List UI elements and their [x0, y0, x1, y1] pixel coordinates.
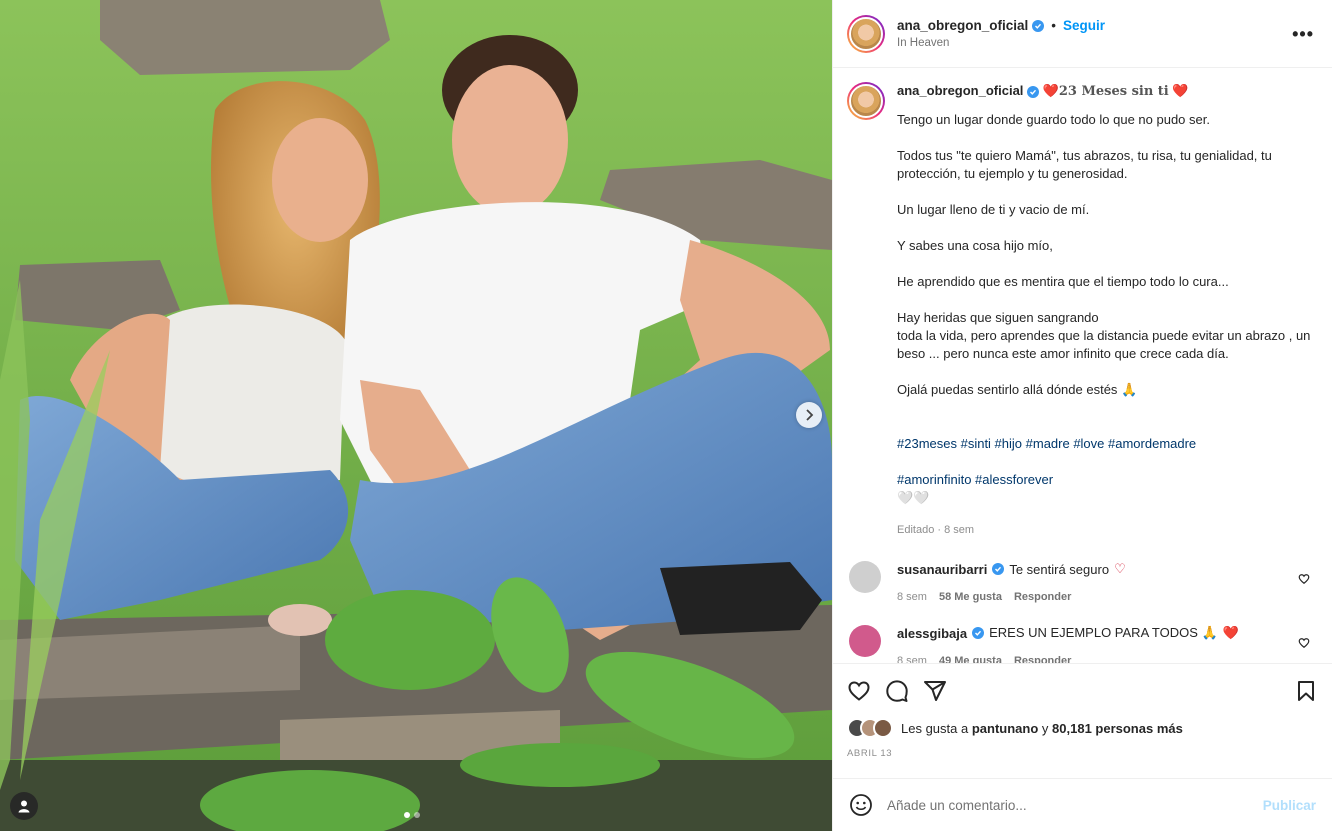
follow-button[interactable]: Seguir	[1063, 18, 1105, 33]
caption-paragraph: Y sabes una cosa hijo mío,	[897, 238, 1053, 253]
caption-paragraph: Un lugar lleno de ti y vacio de mí.	[897, 202, 1090, 217]
caption-paragraph: Todos tus "te quiero Mamá", tus abrazos,…	[897, 148, 1272, 181]
separator-dot: •	[1051, 18, 1057, 33]
caption-text: Tengo un lugar donde guardo todo lo que …	[897, 111, 1316, 399]
commenter-username[interactable]: susanauribarri	[897, 562, 987, 577]
hashtags-line-1[interactable]: #23meses #sinti #hijo #madre #love #amor…	[897, 436, 1196, 451]
next-photo-button[interactable]	[796, 402, 822, 428]
white-hearts-emoji: 🤍🤍	[897, 490, 930, 505]
emoji-icon[interactable]	[849, 793, 873, 817]
add-comment-bar: Publicar	[833, 778, 1332, 831]
red-heart-emoji: ❤️	[1172, 83, 1189, 98]
edited-timestamp: Editado · 8 sem	[897, 524, 975, 536]
post-actions: Les gusta a pantunano y 80,181 personas …	[833, 663, 1332, 778]
comment-item: alessgibaja ERES UN EJEMPLO PARA TODOS 🙏 ❤…	[847, 625, 1316, 663]
like-heart-icon[interactable]	[847, 679, 871, 703]
likes-joiner: y	[1041, 720, 1049, 736]
likes-count[interactable]: 80,181 personas más	[1052, 721, 1183, 736]
comment-icon[interactable]	[885, 679, 909, 703]
caption-author-avatar[interactable]	[847, 82, 885, 120]
commenter-avatar[interactable]	[849, 561, 881, 593]
reply-button[interactable]: Responder	[1014, 591, 1071, 603]
carousel-dot	[414, 812, 420, 818]
post-details-panel: ana_obregon_oficial • Seguir In Heaven •…	[832, 0, 1332, 831]
carousel-indicator	[404, 812, 420, 818]
comment-likes[interactable]: 58 Me gusta	[939, 591, 1002, 603]
caption-title: 23 Meses sin ti	[1058, 84, 1169, 99]
caption-paragraph: Ojalá puedas sentirlo allá dónde estés 🙏	[897, 382, 1138, 397]
comment-likes[interactable]: 49 Me gusta	[939, 655, 1002, 663]
post-photo[interactable]	[0, 0, 832, 831]
comment-age[interactable]: 8 sem	[897, 655, 927, 663]
verified-badge-icon	[972, 627, 985, 639]
verified-badge-icon	[1027, 86, 1040, 98]
carousel-dot	[404, 812, 410, 818]
caption-paragraph: He aprendido que es mentira que el tiemp…	[897, 274, 1229, 289]
caption-username[interactable]: ana_obregon_oficial	[897, 83, 1023, 98]
liker-avatars	[847, 718, 893, 738]
caption-paragraph: Hay heridas que siguen sangrando toda la…	[897, 310, 1311, 361]
comment-emoji: ❤️	[1222, 625, 1239, 640]
comment-text: Te sentirá seguro	[1009, 561, 1110, 577]
author-avatar[interactable]	[847, 14, 885, 53]
comment-text: ERES UN EJEMPLO PARA TODOS 🙏	[989, 625, 1218, 640]
post-location[interactable]: In Heaven	[897, 37, 1105, 49]
post-date[interactable]: ABRIL 13	[847, 748, 1318, 759]
author-username[interactable]: ana_obregon_oficial	[897, 18, 1028, 33]
more-options-icon[interactable]: •••	[1292, 24, 1314, 45]
post-header: ana_obregon_oficial • Seguir In Heaven •…	[833, 0, 1332, 68]
verified-badge-icon	[1032, 19, 1045, 32]
reply-button[interactable]: Responder	[1014, 655, 1071, 663]
likes-prefix: Les gusta a	[901, 720, 969, 736]
comment-input[interactable]	[887, 797, 1263, 813]
comment-item: susanauribarri Te sentirá seguro ♡ 8 sem 58 …	[847, 561, 1316, 603]
comment-like-heart-icon[interactable]	[1298, 573, 1310, 585]
caption-hashtags[interactable]: #23meses #sinti #hijo #madre #love #amor…	[897, 417, 1316, 507]
user-icon	[18, 800, 30, 813]
comment-age[interactable]: 8 sem	[897, 591, 927, 603]
comment-emoji: ♡	[1114, 561, 1126, 576]
comments-scroll-area[interactable]: ana_obregon_oficial ❤️23 Meses sin ti ❤️…	[833, 68, 1332, 663]
verified-badge-icon	[992, 563, 1005, 575]
chevron-right-icon	[806, 409, 814, 421]
share-icon[interactable]	[923, 679, 947, 703]
commenter-username[interactable]: alessgibaja	[897, 626, 967, 641]
tagged-users-button[interactable]	[10, 792, 38, 820]
red-heart-emoji: ❤️	[1042, 83, 1059, 98]
commenter-avatar[interactable]	[849, 625, 881, 657]
liked-by-username[interactable]: pantunano	[972, 721, 1038, 736]
photo-scene	[0, 0, 832, 831]
hashtags-line-2[interactable]: #amorinfinito #alessforever	[897, 472, 1053, 487]
likes-summary[interactable]: Les gusta a pantunano y 80,181 personas …	[847, 718, 1318, 738]
publish-button[interactable]: Publicar	[1263, 798, 1316, 813]
caption: ana_obregon_oficial ❤️23 Meses sin ti ❤️…	[847, 82, 1316, 539]
comment-like-heart-icon[interactable]	[1298, 637, 1310, 649]
caption-paragraph: Tengo un lugar donde guardo todo lo que …	[897, 112, 1210, 127]
save-bookmark-icon[interactable]	[1294, 679, 1318, 703]
